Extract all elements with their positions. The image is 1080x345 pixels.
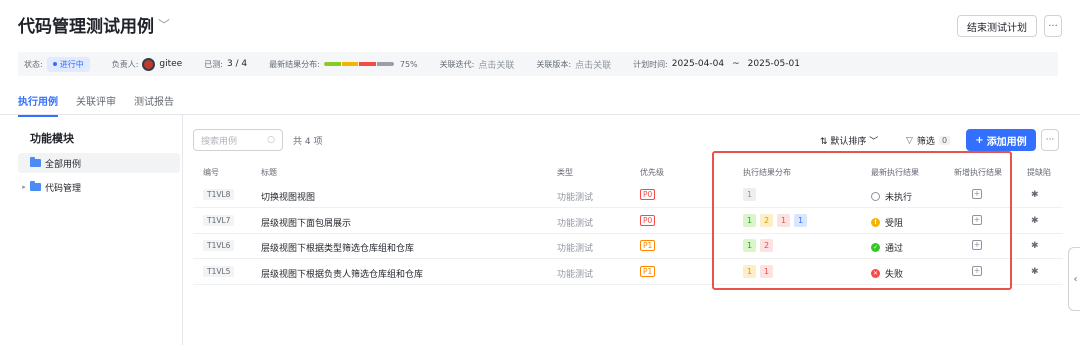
report-bug-icon[interactable]: ✱ (1031, 190, 1039, 200)
result-distribution-bar (323, 62, 394, 66)
filter-icon: ▽ (906, 135, 913, 146)
plan-start-date[interactable]: 2025-04-04 (672, 59, 724, 69)
col-header-priority: 优先级 (640, 168, 664, 177)
add-case-button[interactable]: + 添加用例 (966, 129, 1036, 151)
col-header-title: 标题 (261, 168, 277, 177)
case-code: T1VL6 (203, 240, 235, 251)
col-header-type: 类型 (557, 168, 573, 177)
report-bug-icon[interactable]: ✱ (1031, 267, 1039, 277)
case-title[interactable]: 层级视图下根据类型筛选仓库组和仓库 (261, 241, 414, 254)
add-case-label: 添加用例 (986, 136, 1027, 148)
status-dot-icon (52, 62, 57, 66)
priority-badge: P0 (640, 189, 656, 200)
folder-icon (30, 157, 41, 167)
plan-time-label: 计划时间: (633, 59, 668, 69)
collapse-panel-handle[interactable]: ‹ (1068, 247, 1080, 311)
case-title[interactable]: 切换视图视图 (261, 190, 315, 203)
dist-label: 最新结果分布: (269, 59, 320, 69)
priority-badge: P1 (640, 265, 656, 277)
tested-label: 已测: (204, 59, 223, 69)
report-bug-icon[interactable]: ✱ (1031, 216, 1039, 226)
owner-label: 负责人: (111, 59, 139, 69)
page-title[interactable]: 代码管理测试用例 ﹀ (18, 12, 170, 37)
col-header-code: 编号 (203, 168, 219, 177)
priority-badge: P1 (640, 240, 656, 251)
status-badge[interactable]: 进行中 (46, 56, 90, 72)
plan-info-bar: 状态: 进行中 负责人: gitee 已测: 3 / 4 最新结果分布: 75%… (18, 52, 1058, 76)
plan-date-separator: ~ (732, 59, 740, 69)
search-input[interactable]: 搜索用例 ○ (193, 129, 283, 151)
case-title[interactable]: 层级视图下根据负责人筛选仓库组和仓库 (261, 267, 423, 280)
link-version-button[interactable]: 点击关联 (575, 58, 611, 71)
sidebar-item-all-cases[interactable]: 全部用例 (18, 153, 180, 173)
page-title-text: 代码管理测试用例 (18, 17, 154, 37)
chevron-down-icon[interactable]: ﹀ (158, 16, 170, 33)
chevron-left-icon: ‹ (1073, 273, 1078, 285)
case-type: 功能测试 (557, 193, 594, 203)
sidebar-title: 功能模块 (30, 132, 74, 145)
case-title[interactable]: 层级视图下面包屑展示 (261, 216, 351, 229)
caret-right-icon[interactable]: ▸ (18, 183, 30, 191)
case-type: 功能测试 (557, 218, 594, 229)
case-code: T1VL7 (203, 214, 235, 226)
case-code: T1VL5 (203, 265, 235, 277)
highlight-annotation-box (712, 151, 1012, 290)
tested-value: 3 / 4 (226, 59, 248, 69)
end-test-plan-button[interactable]: 结束测试计划 (957, 15, 1037, 37)
sort-dropdown[interactable]: ⇅ 默认排序 ﹀ (820, 134, 878, 147)
more-options-button[interactable]: ··· (1041, 129, 1059, 151)
more-button[interactable]: ··· (1044, 15, 1062, 37)
dist-percent: 75% (399, 59, 418, 69)
folder-icon (30, 181, 41, 191)
avatar (142, 57, 156, 71)
case-code: T1VL8 (203, 189, 235, 200)
iteration-label: 关联迭代: (439, 59, 475, 69)
case-count: 共 4 项 (293, 137, 323, 147)
col-header-report-bug: 提缺陷 (1027, 168, 1051, 177)
plan-end-date[interactable]: 2025-05-01 (748, 59, 800, 69)
case-type: 功能测试 (557, 269, 594, 280)
owner-value[interactable]: gitee (159, 59, 182, 69)
status-label: 状态: (24, 59, 43, 69)
filter-button[interactable]: ▽ 筛选 0 (906, 134, 951, 147)
module-sidebar: 功能模块 全部用例 ▸ 代码管理 (0, 115, 183, 345)
distribution-segment (323, 62, 341, 66)
sidebar-item-label: 全部用例 (45, 159, 82, 170)
case-type: 功能测试 (557, 244, 594, 254)
sidebar-item-label: 代码管理 (45, 183, 82, 194)
report-bug-icon[interactable]: ✱ (1031, 241, 1039, 251)
sidebar-item-code-management[interactable]: ▸ 代码管理 (18, 177, 180, 197)
filter-count-badge: 0 (938, 136, 951, 145)
priority-badge: P0 (640, 214, 656, 226)
status-value: 进行中 (59, 59, 84, 69)
version-label: 关联版本: (536, 59, 572, 69)
distribution-segment (359, 62, 377, 66)
filter-label: 筛选 (916, 137, 935, 147)
distribution-segment (341, 62, 359, 66)
link-iteration-button[interactable]: 点击关联 (478, 58, 514, 71)
distribution-segment (377, 62, 394, 66)
search-placeholder: 搜索用例 (201, 136, 238, 147)
search-icon: ○ (267, 135, 275, 145)
plus-icon: + (975, 134, 984, 146)
